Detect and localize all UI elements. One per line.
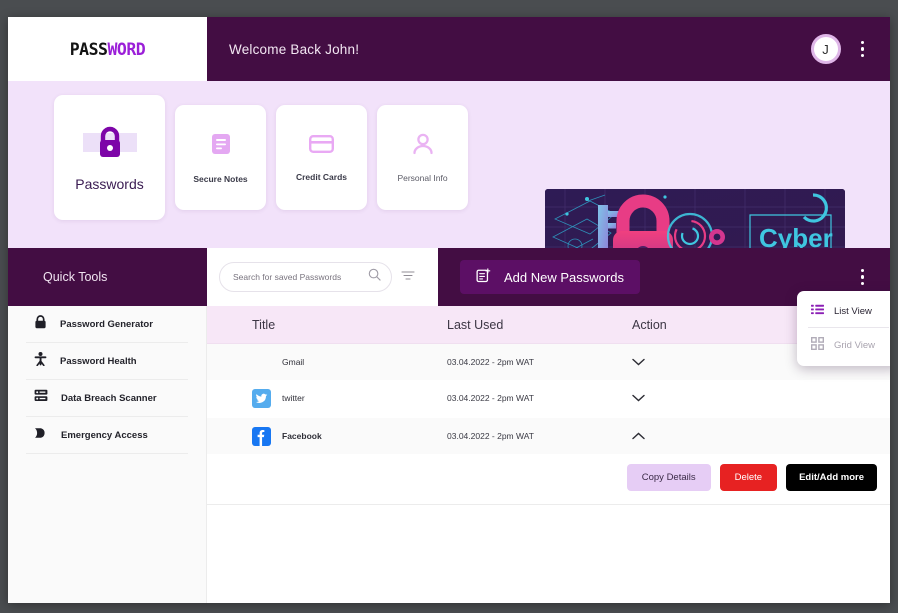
note-add-icon: [476, 268, 491, 286]
quick-tools-title: Quick Tools: [8, 248, 207, 306]
lock-icon: [82, 124, 137, 162]
delete-button[interactable]: Delete: [719, 464, 778, 491]
twitter-icon: [252, 388, 271, 408]
add-zone: Add New Passwords List View Grid View: [438, 248, 890, 366]
person-icon: [411, 133, 435, 160]
row-title: Facebook: [282, 431, 322, 441]
person-health-icon: [34, 351, 47, 371]
category-cards: Passwords Secure Notes Credit Cards Pers…: [8, 95, 468, 220]
quick-tools-sidebar: Password Generator Password Health Data …: [8, 306, 207, 603]
row-action-cell: [632, 427, 890, 445]
sidebar-item-label: Password Health: [60, 355, 137, 367]
logo-text-part1: PASS: [69, 39, 108, 59]
sidebar-item-label: Emergency Access: [61, 429, 148, 441]
sidebar-item-data-breach-scanner[interactable]: Data Breach Scanner: [26, 380, 188, 417]
chevron-down-icon[interactable]: [632, 353, 645, 371]
top-header: PASSWORD Welcome Back John! J: [8, 17, 890, 81]
menu-divider: [808, 327, 889, 328]
arrow-forward-icon: [34, 426, 48, 444]
chevron-up-icon[interactable]: [632, 427, 645, 445]
welcome-message: Welcome Back John!: [229, 41, 360, 57]
row-title-cell: twitter: [252, 388, 447, 408]
list-view-icon: [811, 304, 824, 318]
table-row[interactable]: Facebook 03.04.2022 - 2pm WAT: [207, 418, 890, 454]
menu-item-label: Grid View: [834, 339, 876, 351]
search-input[interactable]: [233, 272, 364, 282]
menu-item-list-view[interactable]: List View: [797, 298, 890, 324]
menu-item-grid-view[interactable]: Grid View: [797, 331, 890, 359]
sidebar-item-password-generator[interactable]: Password Generator: [26, 306, 188, 343]
category-card-passwords[interactable]: Passwords: [54, 95, 165, 220]
row-last-used: 03.04.2022 - 2pm WAT: [447, 393, 534, 403]
note-lines-icon: [210, 132, 232, 161]
search-box[interactable]: [219, 262, 392, 292]
lock-icon: [34, 314, 47, 334]
chevron-down-icon[interactable]: [632, 389, 645, 407]
grid-view-icon: [810, 336, 825, 353]
column-header-title: Title: [252, 317, 276, 332]
facebook-icon: [252, 426, 271, 446]
view-options-kebab-icon[interactable]: [857, 265, 869, 290]
row-title: twitter: [282, 393, 305, 403]
row-last-used: 03.04.2022 - 2pm WAT: [447, 431, 534, 441]
sidebar-item-label: Password Generator: [60, 318, 153, 330]
logo-text: PASSWORD: [70, 40, 146, 59]
search-icon[interactable]: [368, 268, 381, 286]
header-actions: J: [810, 17, 891, 81]
search-zone: [207, 248, 438, 306]
category-card-personal-info[interactable]: Personal Info: [377, 105, 468, 210]
app-window: PASSWORD Welcome Back John! J Passwords …: [8, 17, 890, 603]
body: Password Generator Password Health Data …: [8, 306, 890, 603]
row-action-cell: [632, 389, 890, 407]
kebab-menu-icon[interactable]: [857, 37, 869, 62]
table-row[interactable]: twitter 03.04.2022 - 2pm WAT: [207, 380, 890, 416]
menu-item-label: List View: [834, 305, 872, 317]
toolbar-row: Quick Tools Search for saved Passwords A…: [8, 248, 890, 366]
category-card-label: Credit Cards: [295, 171, 347, 182]
filter-icon[interactable]: [401, 268, 415, 286]
avatar[interactable]: J: [810, 34, 841, 64]
add-new-passwords-button[interactable]: Add New Passwords: [460, 260, 640, 294]
column-header-last-used: Last Used: [447, 317, 504, 332]
row-last-used: 03.04.2022 - 2pm WAT: [447, 357, 534, 367]
view-dropdown-menu: List View Grid View: [797, 291, 890, 366]
category-card-label: Secure Notes: [193, 173, 248, 184]
category-card-label: Personal Info: [397, 172, 448, 183]
password-table: Title Last Used Action Gmail 03.04.2022 …: [207, 306, 890, 603]
credit-card-icon: [309, 134, 335, 159]
server-icon: [34, 389, 48, 407]
table-row[interactable]: Gmail 03.04.2022 - 2pm WAT: [207, 344, 890, 380]
category-card-secure-notes[interactable]: Secure Notes: [175, 105, 266, 210]
row-title-cell: Gmail: [252, 353, 447, 372]
avatar-initial: J: [822, 41, 829, 57]
row-title-cell: Facebook: [252, 426, 447, 446]
table-header: Title Last Used Action: [207, 306, 890, 344]
row-action-buttons: Copy Details Delete Edit/Add more: [207, 454, 890, 491]
add-new-passwords-label: Add New Passwords: [504, 269, 624, 285]
logo-text-part2: WORD: [107, 39, 146, 59]
sidebar-item-emergency-access[interactable]: Emergency Access: [26, 417, 188, 454]
row-divider: [207, 504, 890, 505]
row-icon-placeholder: [252, 353, 271, 372]
logo[interactable]: PASSWORD: [8, 17, 207, 81]
copy-details-button[interactable]: Copy Details: [626, 464, 711, 491]
category-band: Passwords Secure Notes Credit Cards Pers…: [8, 81, 890, 297]
sidebar-item-password-health[interactable]: Password Health: [26, 343, 188, 380]
edit-add-more-button[interactable]: Edit/Add more: [786, 464, 877, 491]
sidebar-item-label: Data Breach Scanner: [61, 392, 157, 404]
category-card-credit-cards[interactable]: Credit Cards: [276, 105, 367, 210]
category-card-label: Passwords: [75, 175, 144, 192]
row-title: Gmail: [282, 357, 305, 367]
